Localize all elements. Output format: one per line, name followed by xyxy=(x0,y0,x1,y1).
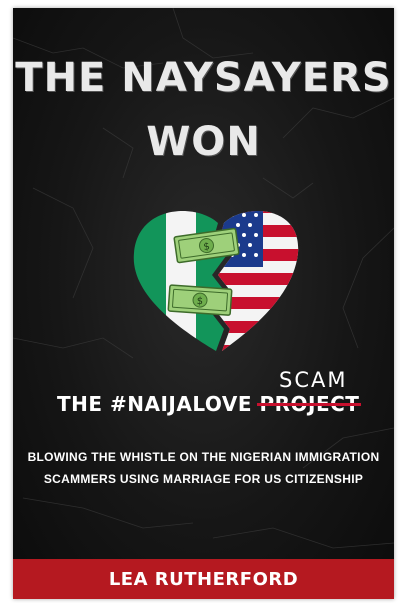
dollar-bill-icon: $ xyxy=(167,284,233,316)
author-name: LEA RUTHERFORD xyxy=(108,569,299,590)
book-cover: THE NAYSAYERS WON $ $ SCAM THE #NAIJALOV… xyxy=(13,8,394,599)
svg-text:$: $ xyxy=(196,296,203,307)
title-line-2: WON xyxy=(146,119,261,165)
struck-word: PROJECT xyxy=(257,392,362,416)
nigeria-flag-half xyxy=(133,211,227,352)
subtitle: THE #NAIJALOVE PROJECT xyxy=(57,392,377,416)
subtitle-prefix: THE #NAIJALOVE xyxy=(57,392,252,416)
author-band: LEA RUTHERFORD xyxy=(13,559,394,599)
flag-heart-illustration: $ $ xyxy=(133,211,299,352)
title-line-1: THE NAYSAYERS xyxy=(15,55,392,101)
description-line-2: SCAMMERS USING MARRIAGE FOR US CITIZENSH… xyxy=(43,472,364,486)
us-flag-half xyxy=(216,211,299,352)
replacement-word: SCAM xyxy=(279,368,348,392)
description-line-1: BLOWING THE WHISTLE ON THE NIGERIAN IMMI… xyxy=(27,450,380,464)
